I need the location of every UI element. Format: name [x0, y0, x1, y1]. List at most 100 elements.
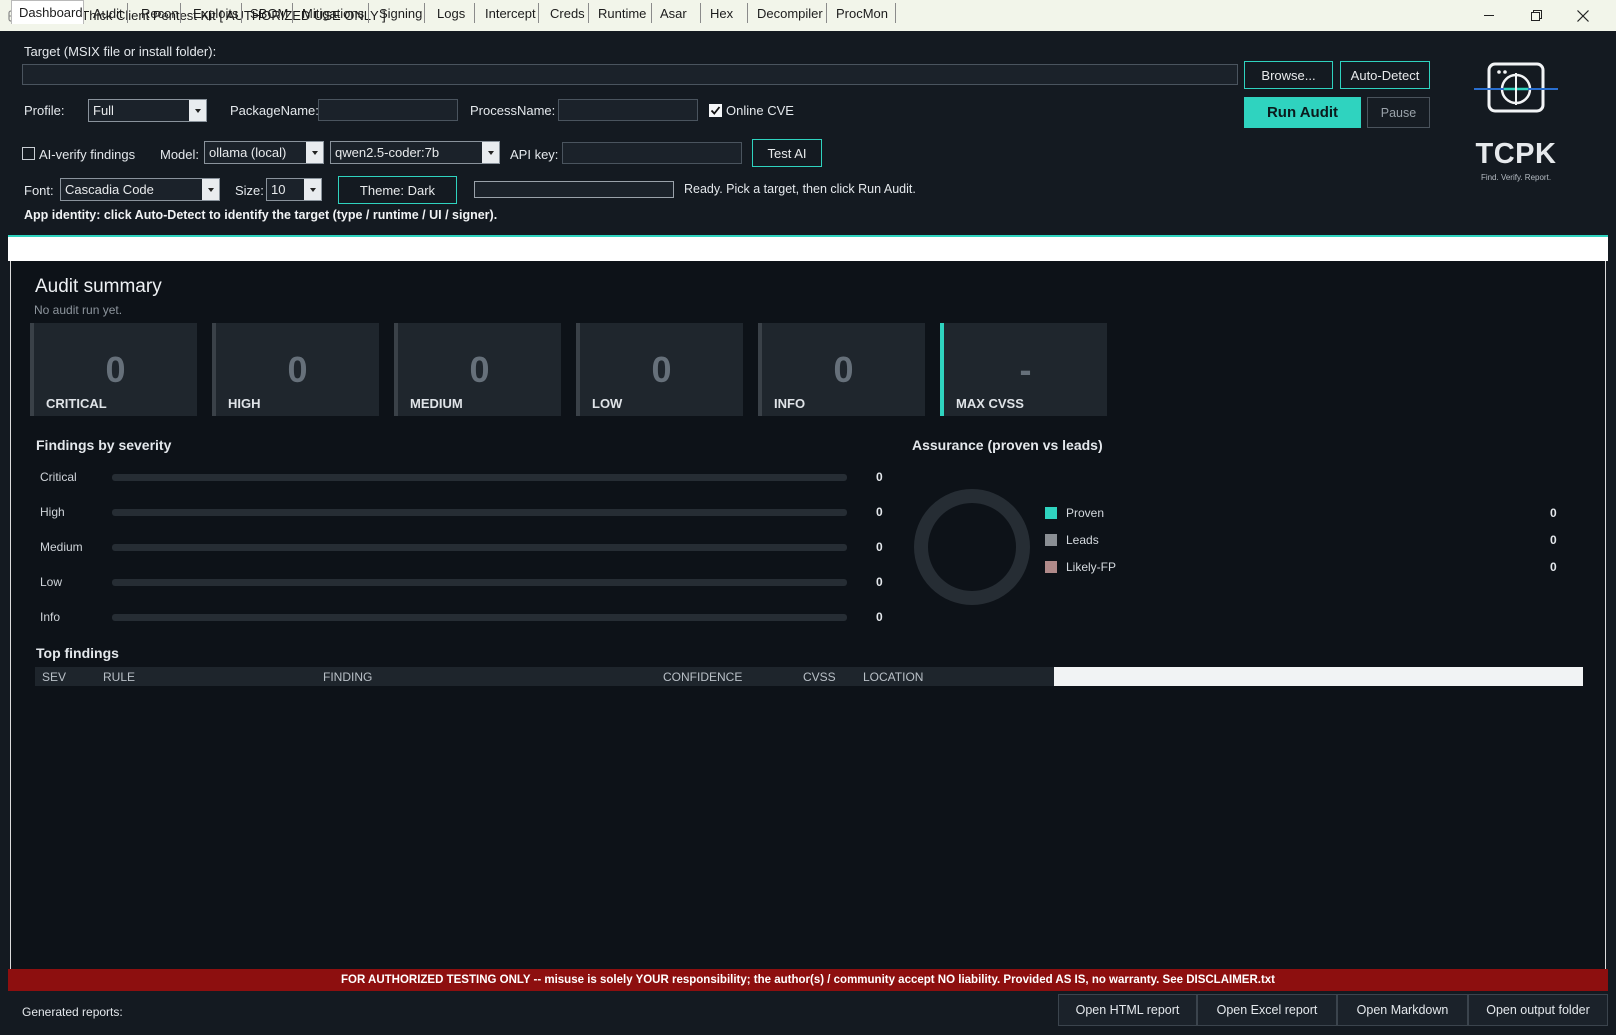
- column-header-rule[interactable]: RULE: [103, 670, 135, 684]
- progress-bar: [474, 181, 674, 198]
- model-value: qwen2.5-coder:7b: [335, 145, 440, 160]
- logo-tagline: Find. Verify. Report.: [1480, 173, 1552, 182]
- legend-count: 0: [1550, 506, 1557, 520]
- run-audit-button[interactable]: Run Audit: [1244, 97, 1361, 128]
- card-value: 0: [469, 349, 490, 390]
- tab-decompiler[interactable]: Decompiler: [750, 3, 827, 23]
- tab-label: Creds: [550, 5, 585, 21]
- theme-button[interactable]: Theme: Dark: [338, 176, 457, 204]
- auto-detect-button[interactable]: Auto-Detect: [1340, 61, 1430, 89]
- open-output-folder-button[interactable]: Open output folder: [1468, 994, 1608, 1026]
- severity-count: 0: [876, 610, 883, 624]
- column-header-finding[interactable]: FINDING: [323, 670, 372, 684]
- open-markdown-button[interactable]: Open Markdown: [1337, 994, 1468, 1026]
- findings-table-filler: [1054, 667, 1583, 686]
- severity-bar: [112, 474, 847, 481]
- profile-value: Full: [93, 103, 114, 118]
- severity-label: Info: [40, 610, 61, 624]
- restore-button[interactable]: [1513, 0, 1559, 31]
- severity-label: Medium: [40, 540, 83, 554]
- online-cve-checkbox[interactable]: [709, 104, 722, 117]
- browse-button[interactable]: Browse...: [1244, 61, 1333, 89]
- card-label: HIGH: [228, 396, 261, 411]
- tab-label: Dashboard: [19, 5, 83, 20]
- column-header-sev[interactable]: SEV: [42, 670, 66, 684]
- model-label: Model:: [160, 147, 200, 162]
- tab-creds[interactable]: Creds: [543, 3, 589, 23]
- summary-subtitle: No audit run yet.: [34, 303, 123, 317]
- tab-label: Exploits: [193, 5, 239, 21]
- package-name-input[interactable]: [318, 99, 458, 121]
- ai-verify-checkbox[interactable]: [22, 147, 35, 160]
- tab-runtime[interactable]: Runtime: [591, 3, 652, 23]
- pause-button[interactable]: Pause: [1367, 97, 1430, 128]
- open-excel-report-button[interactable]: Open Excel report: [1197, 994, 1337, 1026]
- api-key-label: API key:: [510, 147, 559, 162]
- findings-table-header: SEV RULE FINDING CONFIDENCE CVSS LOCATIO…: [35, 667, 1054, 686]
- assurance-title: Assurance (proven vs leads): [912, 437, 1103, 453]
- info-card: 0 INFO: [758, 323, 925, 416]
- tab-label: SBOM: [250, 5, 289, 21]
- legend-swatch-proven: [1045, 507, 1057, 519]
- chevron-down-icon: [482, 142, 499, 163]
- tab-label: Signing: [379, 5, 423, 21]
- model-select[interactable]: qwen2.5-coder:7b: [330, 141, 500, 164]
- size-select[interactable]: 10: [266, 178, 322, 201]
- card-value: 0: [105, 349, 126, 390]
- api-key-input[interactable]: [562, 142, 742, 164]
- process-name-input[interactable]: [558, 99, 698, 121]
- size-value: 10: [271, 182, 286, 197]
- severity-count: 0: [876, 505, 883, 519]
- tab-sbom[interactable]: SBOM: [243, 3, 293, 23]
- card-label: CRITICAL: [46, 396, 107, 411]
- column-header-confidence[interactable]: CONFIDENCE: [663, 670, 742, 684]
- tab-recon[interactable]: Recon: [134, 3, 181, 23]
- tab-logs[interactable]: Logs: [430, 3, 475, 23]
- tab-strip: [8, 235, 1608, 261]
- minimize-button[interactable]: [1466, 0, 1512, 31]
- profile-select[interactable]: Full: [88, 99, 207, 122]
- open-html-report-button[interactable]: Open HTML report: [1058, 994, 1197, 1026]
- max-cvss-card: - MAX CVSS: [940, 323, 1107, 416]
- font-select[interactable]: Cascadia Code: [60, 178, 220, 201]
- tab-label: Decompiler: [757, 5, 823, 21]
- footer-bar: Generated reports: Open HTML report Open…: [0, 991, 1616, 1035]
- card-value: -: [1019, 349, 1032, 390]
- card-label: INFO: [774, 396, 806, 411]
- severity-bar: [112, 544, 847, 551]
- low-card: 0 LOW: [576, 323, 743, 416]
- card-label: MEDIUM: [410, 396, 463, 411]
- test-ai-button[interactable]: Test AI: [752, 139, 822, 167]
- tab-mitigations[interactable]: Mitigations: [295, 3, 369, 23]
- target-input[interactable]: [22, 64, 1238, 85]
- tab-label: Audit: [93, 5, 123, 21]
- medium-card: 0 MEDIUM: [394, 323, 561, 416]
- tab-intercept[interactable]: Intercept: [478, 3, 539, 23]
- target-label: Target (MSIX file or install folder):: [24, 44, 217, 59]
- tab-asar[interactable]: Asar: [653, 3, 701, 23]
- provider-select[interactable]: ollama (local): [204, 141, 324, 164]
- logo-icon: [1472, 58, 1560, 118]
- tab-procmon[interactable]: ProcMon: [829, 3, 896, 23]
- legend-count: 0: [1550, 560, 1557, 574]
- disclaimer-banner: FOR AUTHORIZED TESTING ONLY -- misuse is…: [8, 969, 1608, 991]
- status-text: Ready. Pick a target, then click Run Aud…: [684, 182, 916, 196]
- tab-exploits[interactable]: Exploits: [186, 3, 242, 23]
- online-cve-label: Online CVE: [726, 103, 794, 118]
- card-label: LOW: [592, 396, 623, 411]
- tab-dashboard[interactable]: Dashboard: [11, 0, 84, 24]
- close-icon: [1577, 9, 1589, 22]
- tab-label: Recon: [141, 5, 179, 21]
- column-header-cvss[interactable]: CVSS: [803, 670, 836, 684]
- close-button[interactable]: [1560, 0, 1606, 31]
- card-value: 0: [287, 349, 308, 390]
- legend-swatch-likely-fp: [1045, 561, 1057, 573]
- column-header-location[interactable]: LOCATION: [863, 670, 923, 684]
- legend-count: 0: [1550, 533, 1557, 547]
- tab-hex[interactable]: Hex: [703, 3, 748, 23]
- tab-audit[interactable]: Audit: [86, 3, 128, 23]
- high-card: 0 HIGH: [212, 323, 379, 416]
- card-value: 0: [833, 349, 854, 390]
- tab-signing[interactable]: Signing: [372, 3, 425, 23]
- font-value: Cascadia Code: [65, 182, 154, 197]
